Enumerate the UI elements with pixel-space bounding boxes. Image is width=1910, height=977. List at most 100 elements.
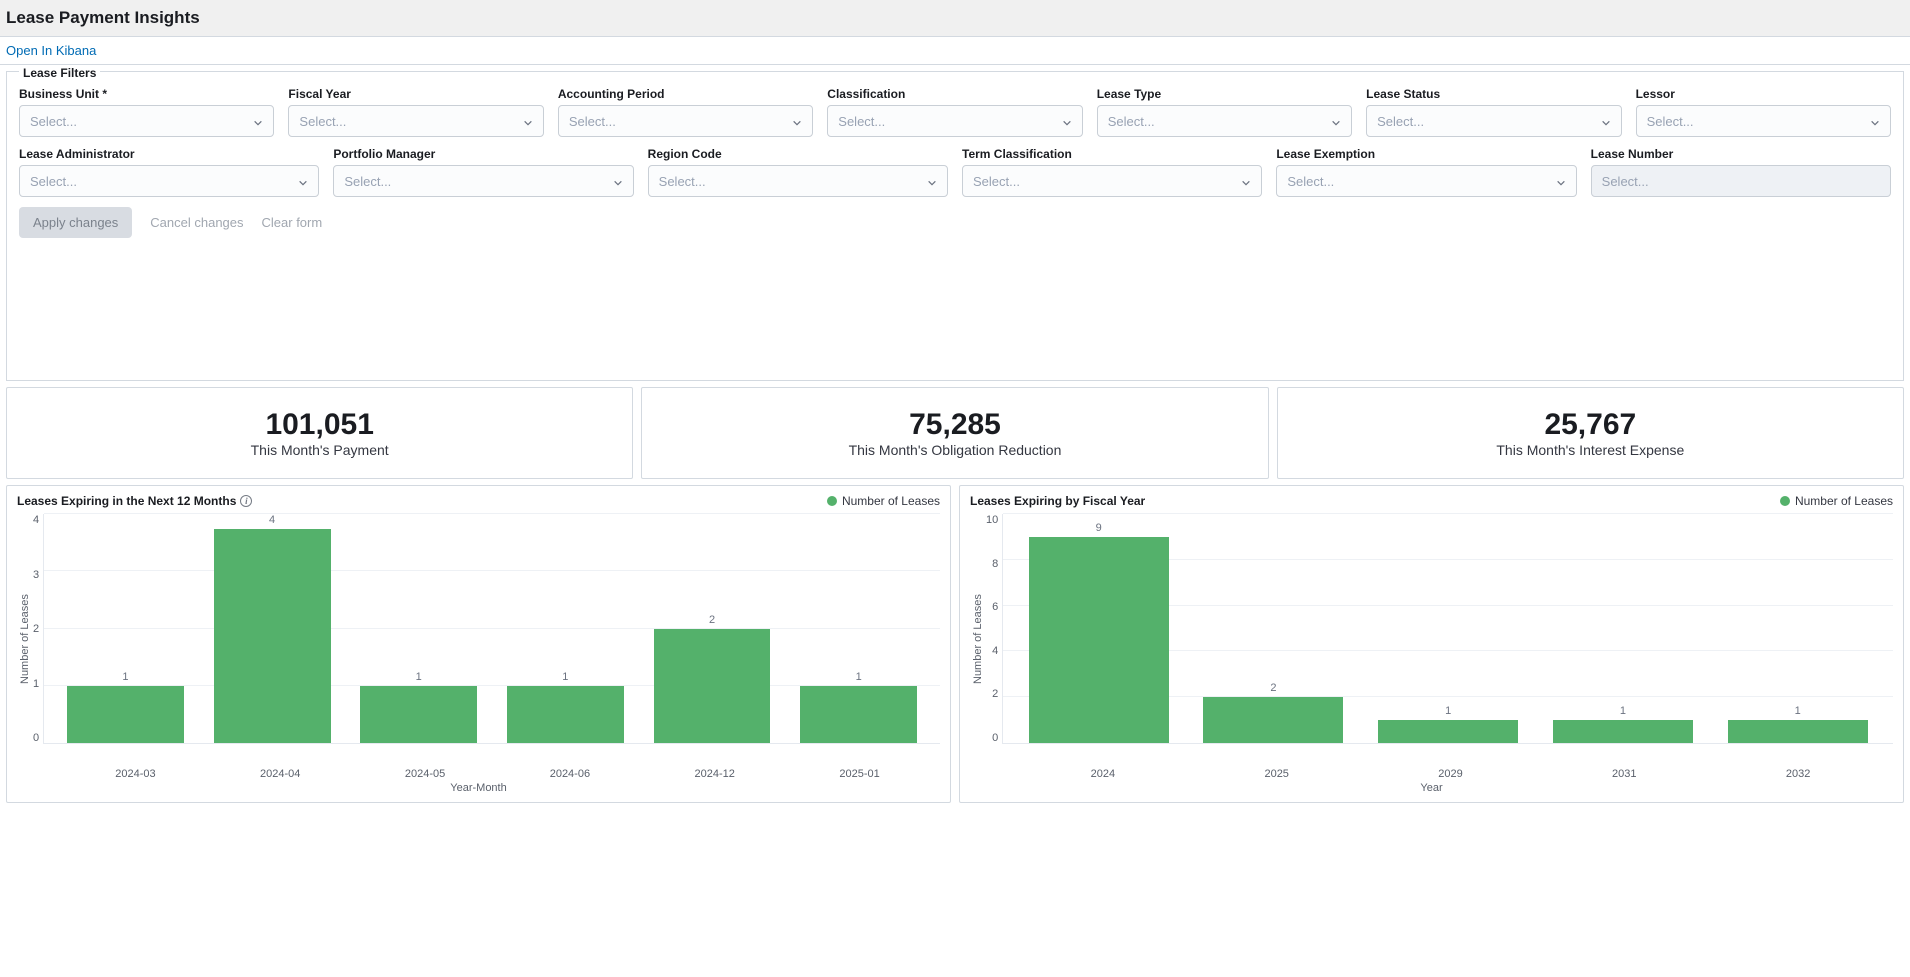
lease-filters-panel: Lease Filters Business Unit *Select...Fi… bbox=[6, 71, 1904, 381]
x-tick: 2029 bbox=[1364, 768, 1538, 780]
bar-rect bbox=[1378, 720, 1518, 743]
bar[interactable]: 2 bbox=[641, 514, 784, 743]
filter-field: Lease ExemptionSelect... bbox=[1276, 147, 1576, 197]
bar[interactable]: 1 bbox=[347, 514, 490, 743]
bar-rect bbox=[67, 686, 184, 743]
plot-area[interactable]: 92111 bbox=[1002, 514, 1893, 744]
chart-legend: Number of Leases bbox=[827, 494, 940, 508]
filter-field: LessorSelect... bbox=[1636, 87, 1891, 137]
bar-value-label: 1 bbox=[1620, 705, 1626, 717]
bar[interactable]: 1 bbox=[1363, 514, 1534, 743]
bar-value-label: 1 bbox=[562, 671, 568, 683]
chart-leases-expiring-12mo: Leases Expiring in the Next 12 Months i … bbox=[6, 485, 951, 803]
filter-label: Classification bbox=[827, 87, 1082, 101]
x-tick: 2025-01 bbox=[787, 768, 932, 780]
filter-field: Lease TypeSelect... bbox=[1097, 87, 1352, 137]
filter-label: Business Unit * bbox=[19, 87, 274, 101]
bar[interactable]: 1 bbox=[787, 514, 930, 743]
clear-form-button[interactable]: Clear form bbox=[262, 215, 323, 230]
filter-select[interactable]: Select... bbox=[1276, 165, 1576, 197]
chevron-down-icon bbox=[792, 116, 802, 126]
chevron-down-icon bbox=[1062, 116, 1072, 126]
select-placeholder: Select... bbox=[659, 174, 706, 189]
y-tick: 6 bbox=[986, 601, 998, 613]
bar-value-label: 2 bbox=[1270, 682, 1276, 694]
filter-select[interactable]: Select... bbox=[288, 105, 543, 137]
open-in-kibana-link[interactable]: Open In Kibana bbox=[6, 43, 96, 58]
bar-rect bbox=[1728, 720, 1868, 743]
select-placeholder: Select... bbox=[838, 114, 885, 129]
kpi-value: 75,285 bbox=[652, 410, 1257, 440]
filter-select[interactable]: Select... bbox=[648, 165, 948, 197]
filter-select[interactable]: Select... bbox=[1366, 105, 1621, 137]
filter-select[interactable]: Select... bbox=[1636, 105, 1891, 137]
kpi-card: 75,285This Month's Obligation Reduction bbox=[641, 387, 1268, 479]
filter-select[interactable]: Select... bbox=[19, 165, 319, 197]
filter-field: Lease Status Select... bbox=[1366, 87, 1621, 137]
chevron-down-icon bbox=[298, 176, 308, 186]
y-tick: 0 bbox=[986, 732, 998, 744]
filter-actions: Apply changes Cancel changes Clear form bbox=[19, 207, 1891, 238]
kpi-value: 101,051 bbox=[17, 410, 622, 440]
chevron-down-icon bbox=[253, 116, 263, 126]
info-icon[interactable]: i bbox=[240, 495, 252, 507]
bar[interactable]: 1 bbox=[1538, 514, 1709, 743]
x-tick: 2024-06 bbox=[497, 768, 642, 780]
filter-select[interactable]: Select... bbox=[558, 105, 813, 137]
filter-select[interactable]: Select... bbox=[1097, 105, 1352, 137]
chevron-down-icon bbox=[1331, 116, 1341, 126]
bar[interactable]: 1 bbox=[54, 514, 197, 743]
select-placeholder: Select... bbox=[299, 114, 346, 129]
bar[interactable]: 9 bbox=[1013, 514, 1184, 743]
filter-label: Region Code bbox=[648, 147, 948, 161]
filter-field: Classification Select... bbox=[827, 87, 1082, 137]
filter-label: Lease Administrator bbox=[19, 147, 319, 161]
bar-rect bbox=[507, 686, 624, 743]
filter-select[interactable]: Select... bbox=[962, 165, 1262, 197]
filter-label: Accounting Period bbox=[558, 87, 813, 101]
bar-rect bbox=[360, 686, 477, 743]
y-tick: 4 bbox=[986, 645, 998, 657]
select-placeholder: Select... bbox=[1377, 114, 1424, 129]
select-placeholder: Select... bbox=[344, 174, 391, 189]
bar-rect bbox=[654, 629, 771, 744]
kpi-label: This Month's Payment bbox=[17, 442, 622, 458]
filter-field: Region Code Select... bbox=[648, 147, 948, 197]
bar-rect bbox=[214, 529, 331, 743]
bar-value-label: 9 bbox=[1096, 522, 1102, 534]
x-ticks: 20242025202920312032 bbox=[1008, 764, 1893, 780]
y-ticks: 43210 bbox=[33, 514, 43, 744]
legend-swatch-icon bbox=[827, 496, 837, 506]
y-tick: 1 bbox=[33, 678, 39, 690]
filter-label: Lease Number bbox=[1591, 147, 1891, 161]
page-header: Lease Payment Insights bbox=[0, 0, 1910, 37]
filter-field: Term ClassificationSelect... bbox=[962, 147, 1262, 197]
filter-select[interactable]: Select... bbox=[827, 105, 1082, 137]
y-tick: 4 bbox=[33, 514, 39, 526]
chart-leases-expiring-fiscal-year: Leases Expiring by Fiscal Year Number of… bbox=[959, 485, 1904, 803]
chart-title: Leases Expiring in the Next 12 Months i bbox=[17, 494, 940, 508]
y-tick: 2 bbox=[986, 688, 998, 700]
filter-select[interactable]: Select... bbox=[333, 165, 633, 197]
cancel-changes-button[interactable]: Cancel changes bbox=[150, 215, 243, 230]
y-tick: 2 bbox=[33, 623, 39, 635]
plot-area[interactable]: 141121 bbox=[43, 514, 940, 744]
apply-changes-button[interactable]: Apply changes bbox=[19, 207, 132, 238]
filter-label: Lease Status bbox=[1366, 87, 1621, 101]
filters-row-2: Lease Administrator Select... Portfolio Ma… bbox=[19, 147, 1891, 197]
filter-select[interactable]: Select... bbox=[19, 105, 274, 137]
chart-legend: Number of Leases bbox=[1780, 494, 1893, 508]
filter-field: Lease NumberSelect... bbox=[1591, 147, 1891, 197]
x-axis-label: Year bbox=[970, 782, 1893, 794]
bar[interactable]: 4 bbox=[201, 514, 344, 743]
page-title: Lease Payment Insights bbox=[6, 8, 1904, 28]
y-axis-label: Number of Leases bbox=[17, 514, 33, 764]
chevron-down-icon bbox=[1601, 116, 1611, 126]
x-tick: 2024-04 bbox=[208, 768, 353, 780]
bar-value-label: 1 bbox=[416, 671, 422, 683]
bar[interactable]: 1 bbox=[494, 514, 637, 743]
filter-label: Portfolio Manager bbox=[333, 147, 633, 161]
bar[interactable]: 2 bbox=[1188, 514, 1359, 743]
kpi-card: 25,767This Month's Interest Expense bbox=[1277, 387, 1904, 479]
bar[interactable]: 1 bbox=[1712, 514, 1883, 743]
